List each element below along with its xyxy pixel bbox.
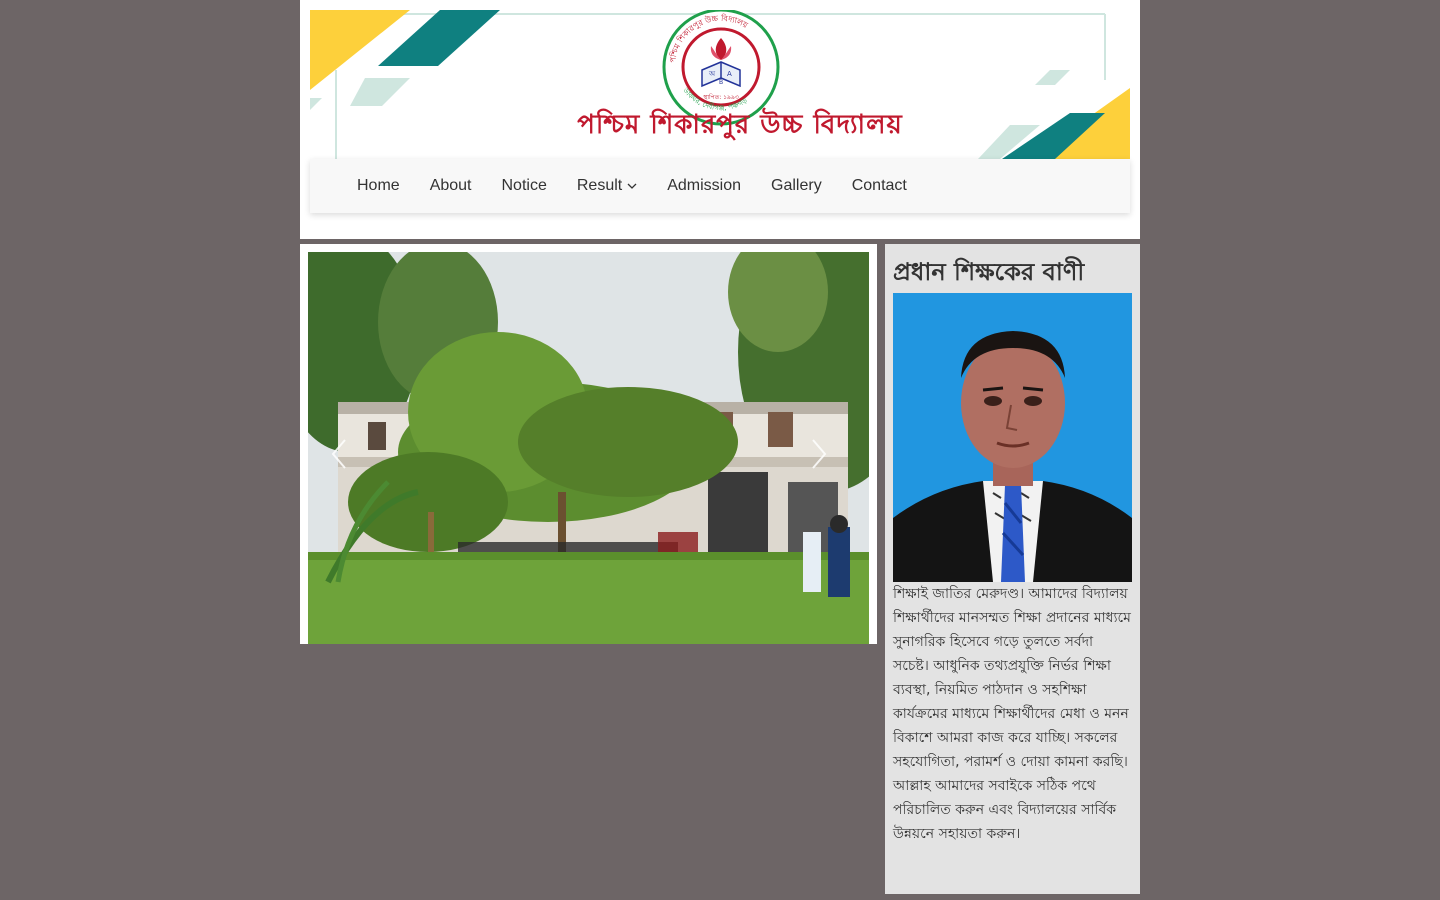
slider-prev-button[interactable] [325, 434, 355, 474]
headmaster-message: শিক্ষাই জাতির মেরুদণ্ড। আমাদের বিদ্যালয়… [893, 586, 1131, 842]
nav-item-home[interactable]: Home [342, 177, 415, 195]
nav-item-about[interactable]: About [415, 177, 487, 195]
school-building-photo [308, 252, 869, 644]
main-navbar: Home About Notice Result Admission Galle… [310, 159, 1130, 213]
nav-list: Home About Notice Result Admission Galle… [310, 159, 1130, 213]
slider-next-button[interactable] [803, 434, 833, 474]
image-slider [300, 244, 877, 644]
nav-label-home[interactable]: Home [357, 177, 400, 195]
nav-label-notice[interactable]: Notice [502, 177, 547, 195]
headmaster-photo [893, 293, 1132, 582]
nav-label-about[interactable]: About [430, 177, 472, 195]
nav-item-result[interactable]: Result [562, 177, 652, 195]
chevron-left-icon[interactable] [325, 434, 355, 474]
chevron-right-icon[interactable] [803, 434, 833, 474]
logo-book-letter-mid: B [719, 79, 723, 86]
chevron-down-icon[interactable] [627, 179, 637, 193]
headmaster-sidebar: প্রধান শিক্ষকের বাণী শিক্ষাই জাতির মেরুদ… [885, 244, 1140, 894]
logo-book-letter-right: A [727, 70, 732, 78]
sidebar-heading: প্রধান শিক্ষকের বাণী [893, 258, 1085, 286]
nav-item-gallery[interactable]: Gallery [756, 177, 837, 195]
nav-item-contact[interactable]: Contact [837, 177, 922, 195]
headmaster-portrait [893, 293, 1132, 582]
nav-item-admission[interactable]: Admission [652, 177, 756, 195]
school-name-title: পশ্চিম শিকারপুর উচ্চ বিদ্যালয় [577, 110, 903, 140]
slider-image-school-building [308, 252, 869, 644]
nav-label-gallery[interactable]: Gallery [771, 177, 822, 195]
header-banner[interactable]: অ A B স্থাপিত: ১৯৯৩ পশ্চিম শিকারপুর উচ্চ… [310, 10, 1130, 159]
logo-est-text: স্থাপিত: ১৯৯৩ [702, 94, 739, 101]
nav-item-notice[interactable]: Notice [487, 177, 562, 195]
nav-label-result[interactable]: Result [577, 177, 622, 195]
header-wrapper: অ A B স্থাপিত: ১৯৯৩ পশ্চিম শিকারপুর উচ্চ… [300, 0, 1140, 239]
nav-label-admission[interactable]: Admission [667, 177, 741, 195]
nav-label-contact[interactable]: Contact [852, 177, 907, 195]
logo-book-letter-left: অ [708, 70, 716, 78]
